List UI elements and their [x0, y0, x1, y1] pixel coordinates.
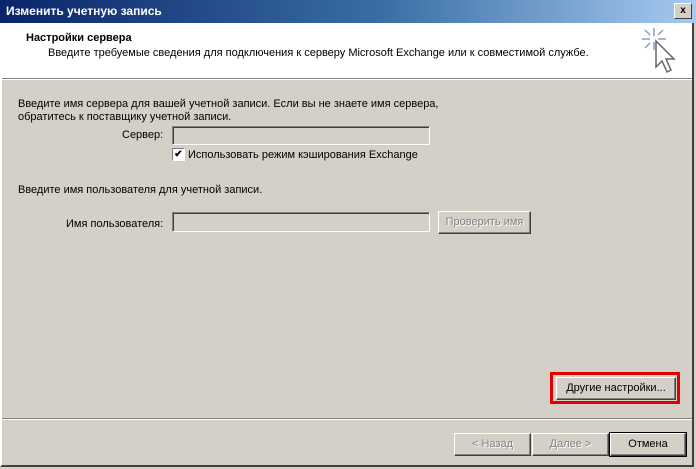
title-bar: Изменить учетную запись x [0, 0, 696, 23]
window-title: Изменить учетную запись [6, 4, 162, 18]
server-label: Сервер: [122, 129, 164, 141]
page-subtitle: Введите требуемые сведения для подключен… [48, 47, 589, 59]
server-field[interactable] [172, 126, 430, 145]
server-instruction-line1: Введите имя сервера для вашей учетной за… [18, 98, 439, 110]
wizard-cursor-icon [642, 28, 676, 74]
cache-mode-label[interactable]: Использовать режим кэширования Exchange [188, 149, 418, 161]
username-label: Имя пользователя: [66, 218, 164, 230]
cache-mode-checkbox[interactable]: ✔ [172, 148, 185, 161]
close-button[interactable]: x [674, 3, 692, 19]
server-instruction-line2: обратитесь к поставщику учетной записи. [18, 111, 232, 123]
wizard-header: Настройки сервера Введите требуемые свед… [2, 23, 694, 78]
footer-divider [2, 418, 694, 420]
more-settings-button[interactable]: Другие настройки... [556, 377, 676, 400]
header-divider [2, 78, 694, 80]
check-name-button[interactable]: Проверить имя [438, 211, 531, 234]
username-field[interactable] [172, 212, 430, 232]
page-title: Настройки сервера [26, 32, 132, 44]
user-instruction: Введите имя пользователя для учетной зап… [18, 184, 263, 196]
back-button[interactable]: < Назад [454, 433, 531, 456]
next-button[interactable]: Далее > [532, 433, 609, 456]
cancel-button[interactable]: Отмена [609, 432, 687, 457]
